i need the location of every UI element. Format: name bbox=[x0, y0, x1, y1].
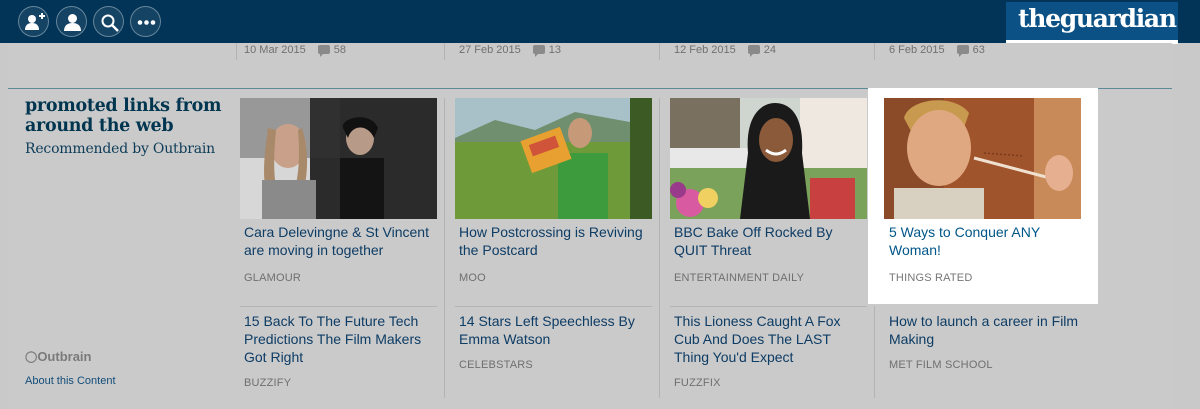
card-title[interactable]: How Postcrossing is Reviving the Postcar… bbox=[459, 223, 654, 259]
card-source: GLAMOUR bbox=[244, 272, 302, 284]
comment-icon bbox=[956, 45, 969, 57]
row-divider bbox=[240, 306, 437, 307]
article-date: 12 Feb 2015 bbox=[674, 44, 736, 56]
add-user-icon[interactable] bbox=[18, 6, 49, 37]
comment-icon bbox=[532, 45, 545, 57]
card-title[interactable]: 5 Ways to Conquer ANY Woman! bbox=[889, 223, 1084, 259]
card-source: BUZZIFY bbox=[244, 377, 292, 389]
comment-icon bbox=[317, 45, 330, 57]
article-date: 27 Feb 2015 bbox=[459, 44, 521, 56]
card-title[interactable]: 14 Stars Left Speechless By Emma Watson bbox=[459, 312, 654, 348]
card-thumbnail[interactable] bbox=[884, 98, 1081, 219]
previous-row: 10 Mar 2015 58 27 Feb 2015 13 12 Feb 2015 2… bbox=[0, 43, 1200, 61]
column-divider bbox=[659, 98, 660, 398]
comment-count[interactable]: 63 bbox=[973, 44, 985, 56]
about-content-link[interactable]: About this Content bbox=[25, 375, 116, 387]
card-thumbnail[interactable] bbox=[670, 98, 867, 219]
more-icon[interactable] bbox=[130, 6, 161, 37]
card-source: ENTERTAINMENT DAILY bbox=[674, 272, 805, 284]
search-icon[interactable] bbox=[93, 6, 124, 37]
row-divider bbox=[455, 306, 652, 307]
outbrain-logo[interactable]: ◯Outbrain bbox=[25, 349, 91, 364]
card-title[interactable]: This Lioness Caught A Fox Cub And Does T… bbox=[674, 312, 869, 366]
guardian-logo[interactable]: theguardian bbox=[1006, 2, 1178, 44]
column-divider bbox=[444, 98, 445, 398]
card-source: MET FILM SCHOOL bbox=[889, 359, 993, 371]
card-source: THINGS RATED bbox=[889, 272, 973, 284]
card-source: CELEBSTARS bbox=[459, 359, 533, 371]
row-divider bbox=[670, 306, 867, 307]
article-meta: 10 Mar 2015 58 bbox=[244, 43, 346, 61]
article-date: 10 Mar 2015 bbox=[244, 44, 306, 56]
top-navigation-bar: theguardian bbox=[0, 0, 1200, 44]
comment-count[interactable]: 24 bbox=[764, 44, 776, 56]
user-icon[interactable] bbox=[56, 6, 87, 37]
card-thumbnail[interactable] bbox=[240, 98, 437, 219]
column-divider bbox=[444, 43, 445, 60]
column-divider bbox=[874, 306, 875, 398]
promo-heading: promoted links from around the web bbox=[25, 96, 222, 136]
comment-count[interactable]: 13 bbox=[549, 44, 561, 56]
article-date: 6 Feb 2015 bbox=[889, 44, 945, 56]
comment-icon bbox=[747, 45, 760, 57]
card-title[interactable]: 15 Back To The Future Tech Predictions T… bbox=[244, 312, 434, 366]
outbrain-brand: Outbrain bbox=[37, 349, 92, 364]
column-divider bbox=[874, 43, 875, 60]
article-meta: 12 Feb 2015 24 bbox=[674, 43, 776, 61]
column-divider bbox=[236, 43, 237, 60]
card-source: FUZZFIX bbox=[674, 377, 721, 389]
promo-subheading: Recommended by Outbrain bbox=[25, 141, 215, 157]
card-thumbnail[interactable] bbox=[455, 98, 652, 219]
card-title[interactable]: BBC Bake Off Rocked By QUIT Threat bbox=[674, 223, 869, 259]
card-source: MOO bbox=[459, 272, 486, 284]
card-title[interactable]: How to launch a career in Film Making bbox=[889, 312, 1084, 348]
article-meta: 27 Feb 2015 13 bbox=[459, 43, 561, 61]
comment-count[interactable]: 58 bbox=[334, 44, 346, 56]
column-divider bbox=[659, 43, 660, 60]
article-meta: 6 Feb 2015 63 bbox=[889, 43, 985, 61]
card-title[interactable]: Cara Delevingne & St Vincent are moving … bbox=[244, 223, 439, 259]
